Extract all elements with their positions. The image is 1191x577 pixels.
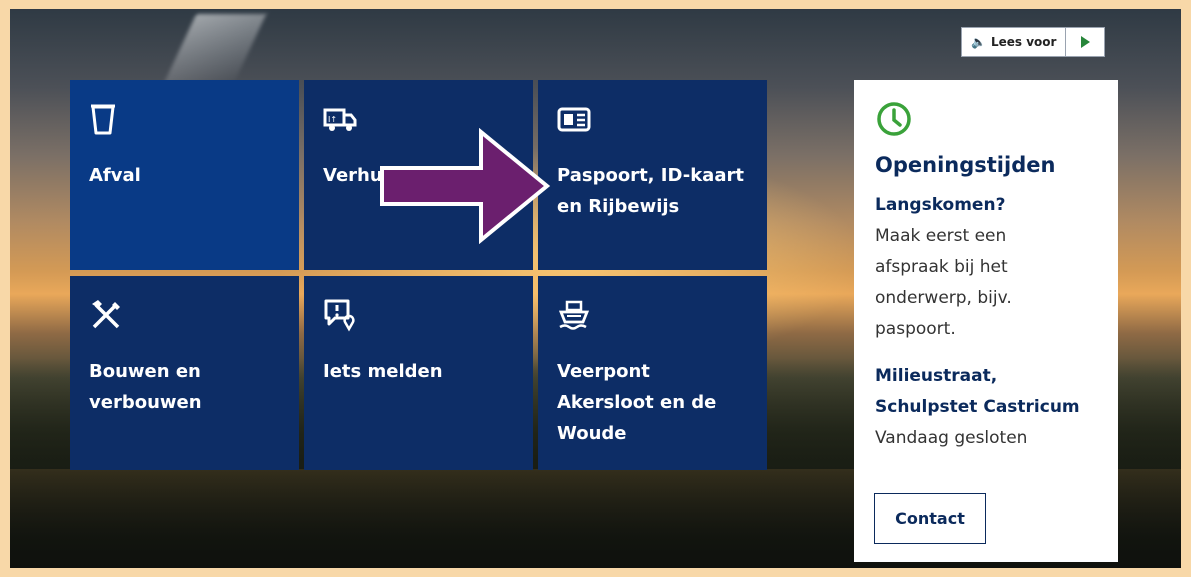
play-icon	[1080, 36, 1090, 48]
moving-truck-icon: I↑	[323, 102, 357, 136]
clock-icon	[875, 100, 913, 138]
opening-hours-title: Openingstijden	[875, 153, 1056, 177]
tile-bouwen[interactable]: Bouwen en verbouwen	[70, 276, 299, 470]
play-button[interactable]	[1066, 28, 1104, 56]
tile-label: Afval	[89, 165, 141, 186]
report-location-icon	[323, 298, 355, 332]
svg-text:I↑: I↑	[328, 115, 337, 124]
opening-hours-card: Openingstijden Langskomen? Maak eerst ee…	[854, 80, 1118, 562]
tile-label: Iets melden	[323, 361, 443, 382]
read-aloud-widget: 🔈 Lees voor	[961, 27, 1106, 57]
visit-title: Langskomen?	[875, 195, 1006, 215]
service-tiles: Afval I↑ Verhuizen Paspoort, ID-kaart en…	[70, 80, 767, 470]
read-aloud-label: Lees voor	[990, 35, 1057, 49]
tile-veerpont[interactable]: Veerpont Akersloot en de Woude	[538, 276, 767, 470]
tile-label: Veerpont Akersloot en de Woude	[557, 361, 717, 444]
speaker-icon: 🔈	[971, 35, 986, 49]
tile-verhuizen[interactable]: I↑ Verhuizen	[304, 80, 533, 270]
read-aloud-button[interactable]: 🔈 Lees voor	[962, 28, 1067, 56]
tools-icon	[89, 298, 120, 332]
tile-label: Bouwen en verbouwen	[89, 361, 202, 413]
contact-button[interactable]: Contact	[874, 493, 986, 544]
id-card-icon	[557, 102, 591, 136]
tile-afval[interactable]: Afval	[70, 80, 299, 270]
ferry-icon	[557, 298, 590, 332]
tile-iets-melden[interactable]: Iets melden	[304, 276, 533, 470]
tile-label: Verhuizen	[323, 165, 425, 186]
visit-text: Maak eerst een afspraak bij het onderwer…	[875, 226, 1012, 339]
trash-bin-icon	[89, 102, 117, 136]
milieustraat-status: Vandaag gesloten	[875, 428, 1028, 448]
sky-cloud	[163, 14, 267, 84]
milieustraat-title: Milieustraat, Schulpstet Castricum	[875, 366, 1080, 417]
tile-label: Paspoort, ID-kaart en Rijbewijs	[557, 165, 744, 217]
tile-paspoort[interactable]: Paspoort, ID-kaart en Rijbewijs	[538, 80, 767, 270]
